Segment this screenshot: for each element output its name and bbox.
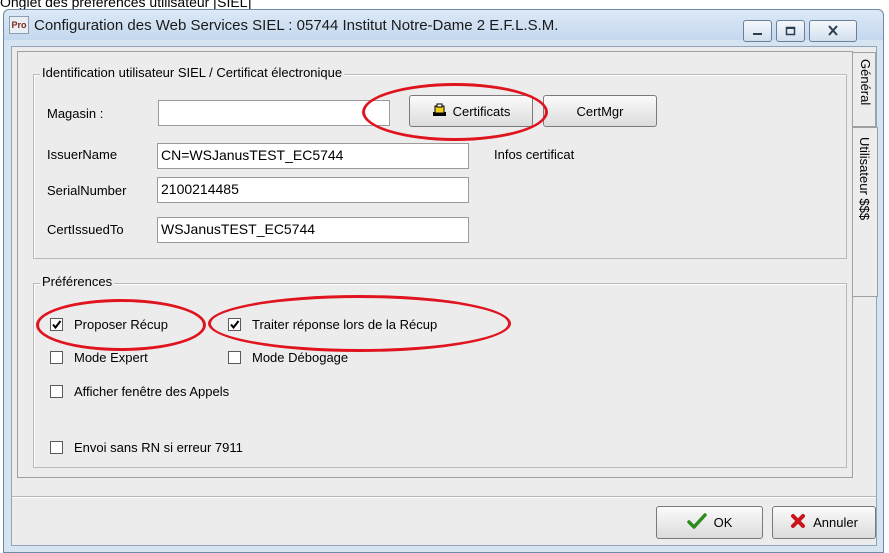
maximize-button[interactable] [776,20,805,42]
issuedto-label: CertIssuedTo [47,222,124,237]
highlight-oval-certificats [362,83,548,141]
serial-input[interactable]: 2100214485 [157,177,469,203]
cancel-label: Annuler [813,515,858,530]
magasin-label: Magasin : [47,106,104,121]
tab-utilisateur-label: Utilisateur $$$ [857,137,872,221]
certmgr-button[interactable]: CertMgr [543,95,657,127]
close-icon [827,24,839,39]
close-button[interactable] [809,20,857,42]
checkbox-label: Mode Débogage [252,350,349,365]
checkbox-box[interactable] [50,351,63,364]
checkbox-box[interactable] [228,351,241,364]
checkbox-box[interactable] [50,441,63,454]
app-icon: Pro [9,16,29,34]
ok-button[interactable]: OK [656,506,763,539]
magasin-input[interactable] [158,100,390,126]
issuedto-input[interactable]: WSJanusTEST_EC5744 [157,217,469,243]
highlight-oval-proposer-recup [36,299,206,351]
footer-separator [12,496,876,498]
cancel-button[interactable]: Annuler [772,506,876,539]
ok-label: OK [713,515,733,530]
issuer-input[interactable]: CN=WSJanusTEST_EC5744 [157,143,469,169]
certmgr-label: CertMgr [576,103,624,119]
serial-label: SerialNumber [47,183,127,198]
identification-legend: Identification utilisateur SIEL / Certif… [40,65,345,80]
checkmark-icon [686,513,707,532]
cross-icon [790,513,806,532]
infos-certificat-label: Infos certificat [494,147,575,162]
checkbox-box[interactable] [50,385,63,398]
window-title: Configuration des Web Services SIEL : 05… [34,17,559,34]
preferences-legend: Préférences [40,274,115,289]
checkbox-label: Mode Expert [74,350,148,365]
checkbox-label: Envoi sans RN si erreur 7911 [74,440,243,455]
tab-general[interactable]: Général [852,52,876,127]
maximize-icon [785,24,796,39]
minimize-button[interactable] [743,20,772,42]
highlight-oval-traiter-reponse [208,295,511,352]
tab-utilisateur[interactable]: Utilisateur $$$ [850,127,878,297]
tab-general-label: Général [858,59,873,106]
issuer-label: IssuerName [47,147,118,162]
checkbox-label: Afficher fenêtre des Appels [74,384,230,399]
minimize-icon [752,24,763,39]
